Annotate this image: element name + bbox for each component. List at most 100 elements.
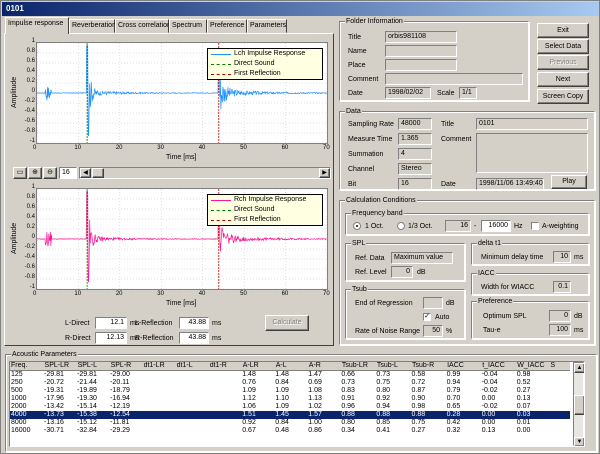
table-cell	[175, 379, 208, 387]
list-scroll-thumb[interactable]	[574, 395, 584, 415]
table-cell: 2000	[11, 403, 27, 410]
screen-copy-button[interactable]: Screen Copy	[537, 89, 589, 104]
table-cell: 0.80	[341, 419, 355, 426]
table-cell: 0.07	[516, 403, 531, 410]
tau-e-unit: ms	[574, 327, 584, 334]
r-reflection-field[interactable]: 43.88	[179, 332, 209, 344]
column-header[interactable]: dt1-R	[208, 362, 242, 371]
rch-ytick: 0	[31, 234, 35, 240]
table-cell: 0.75	[376, 379, 391, 386]
scroll-down-icon[interactable]: ▼	[574, 437, 584, 446]
data-title: Data	[345, 107, 362, 116]
lch-xtick: 40	[198, 145, 206, 151]
fit-icon[interactable]: ▭	[13, 167, 27, 179]
table-row[interactable]: 2000 -13.42 -15.14 -12.19 1.06 1.09 1.02 0.96 0.…	[10, 403, 570, 411]
l-reflection-field[interactable]: 43.88	[179, 317, 209, 329]
l-direct-field[interactable]: 12.1	[95, 317, 127, 329]
table-row[interactable]: 250 -20.72 -21.44 -20.11 0.76 0.84 0.69 0.73 0.7…	[10, 379, 570, 387]
rch-ytick: 0.6	[26, 204, 35, 210]
play-button[interactable]: Play	[551, 175, 587, 189]
column-header[interactable]: W_IACC	[515, 362, 550, 371]
a-weighting-checkbox[interactable]	[531, 222, 539, 230]
column-header[interactable]: dt1-L	[175, 362, 209, 371]
table-cell: 0.79	[446, 387, 461, 394]
tab-cross-correlation[interactable]: Cross correlation	[115, 19, 171, 33]
time-scrollbar[interactable]: ◀ ▶	[79, 167, 331, 179]
noise-range-field[interactable]: 50	[423, 325, 443, 337]
tab-impulse-response[interactable]: Impulse response	[5, 17, 69, 34]
column-header[interactable]: SPL-L	[76, 362, 110, 371]
table-cell: 0.01	[516, 419, 531, 426]
lch-ytick: -0.4	[24, 108, 35, 114]
column-header[interactable]: t_IACC	[480, 362, 517, 371]
lch-xtick: 60	[281, 145, 289, 151]
r-direct-label: R-Direct	[65, 335, 91, 342]
tab-spectrum[interactable]: Spectrum	[169, 19, 207, 33]
lch-ytick: -0.8	[24, 128, 35, 134]
previous-button[interactable]: Previous	[537, 55, 589, 70]
column-header[interactable]: Tsub-LR	[340, 362, 376, 371]
scroll-thumb[interactable]	[92, 168, 104, 178]
scroll-right-icon[interactable]: ▶	[319, 168, 330, 178]
table-cell	[175, 403, 208, 411]
oct1-radio[interactable]	[353, 222, 361, 230]
auto-checkbox[interactable]: ✓	[423, 313, 431, 321]
ref-data-field[interactable]: Maximum value	[391, 252, 453, 264]
list-scrollbar[interactable]: ▲ ▼	[573, 362, 584, 446]
next-button[interactable]: Next	[537, 72, 589, 87]
table-row[interactable]: 16000 -30.71 -32.84 -29.29 0.67 0.48 0.86 0.34 0…	[10, 427, 570, 435]
rch-ylabel: Amplitude	[11, 222, 18, 254]
r-direct-field[interactable]: 12.13	[95, 332, 127, 344]
tab-reverberation[interactable]: Reverberation	[69, 19, 116, 33]
zoom-in-icon[interactable]: ⊕	[28, 167, 42, 179]
freq-to-field[interactable]: 16000	[481, 220, 511, 232]
scroll-up-icon[interactable]: ▲	[574, 363, 584, 373]
column-header[interactable]: S	[548, 362, 570, 371]
column-header[interactable]: dt1-LR	[142, 362, 176, 371]
column-header[interactable]: A-LR	[241, 362, 275, 371]
column-header[interactable]: SPL-LR	[43, 362, 77, 371]
noise-range-unit: %	[446, 328, 453, 335]
tab-parameters[interactable]: Parameters	[247, 19, 287, 33]
min-delay-field[interactable]: 10	[553, 251, 571, 263]
exit-button[interactable]: Exit	[537, 23, 589, 38]
auto-label: Auto	[435, 314, 450, 321]
scroll-left-icon[interactable]: ◀	[80, 168, 91, 178]
table-row[interactable]: 4000 -13.73 -15.38 -12.54 1.51 1.45 1.57 0.88 0.…	[10, 411, 570, 419]
zoom-out-icon[interactable]: ⊖	[43, 167, 57, 179]
tab-preference[interactable]: Preference	[207, 19, 247, 33]
rch-xtick: 40	[198, 291, 206, 297]
table-cell: 1.02	[308, 403, 322, 410]
table-cell	[175, 395, 208, 403]
zoom-value[interactable]: 16	[59, 167, 77, 179]
column-header[interactable]: IACC	[445, 362, 482, 371]
freq-from-field[interactable]: 16	[445, 220, 471, 232]
acoustic-params-list[interactable]: Freq. SPL-LR SPL-L SPL-R dt1-LR dt1-L dt1-R A-L…	[9, 361, 585, 447]
column-header[interactable]: Tsub-R	[410, 362, 447, 371]
column-header[interactable]: SPL-R	[109, 362, 143, 371]
ref-level-field[interactable]: 0	[391, 266, 413, 278]
table-cell: 0.72	[411, 379, 426, 386]
table-row[interactable]: 500 -19.31 -19.89 -18.79 1.09 1.09 1.08 0.83 0.8…	[10, 387, 570, 395]
legend-lch-reflection: First Reflection	[208, 69, 322, 79]
table-row[interactable]: 8000 -13.16 -15.12 -11.81 0.92 0.84 1.00 0.80 0.…	[10, 419, 570, 427]
calculate-button[interactable]: Calculate	[265, 315, 309, 331]
table-row[interactable]: 1000 -17.96 -19.30 -16.94 1.12 1.10 1.13 0.91 0.…	[10, 395, 570, 403]
select-data-button[interactable]: Select Data	[537, 39, 589, 54]
table-cell: 0.88	[376, 411, 391, 418]
column-header[interactable]: A-R	[307, 362, 341, 371]
column-header[interactable]: A-L	[274, 362, 308, 371]
lch-xtick: 0	[33, 145, 37, 151]
table-row[interactable]: 125 -29.81 -29.81 -29.00 1.48 1.48 1.47 0.66 0.7…	[10, 371, 570, 380]
width-wiacc-field[interactable]: 0.1	[553, 281, 571, 293]
end-regression-field[interactable]	[423, 297, 443, 309]
table-cell	[175, 419, 208, 427]
table-cell: -15.14	[77, 403, 97, 410]
column-header[interactable]: Freq.	[10, 362, 44, 371]
optimum-spl-field[interactable]: 0	[549, 310, 571, 322]
column-header[interactable]: Tsub-L	[375, 362, 412, 371]
oct3-radio[interactable]	[397, 222, 405, 230]
tau-e-field[interactable]: 100	[549, 324, 571, 336]
tau-e-label: Tau-e	[483, 327, 501, 334]
rch-plot: Amplitude 1 0.8 0.6 0.4 0.2 0 -0.2 -0.4 -0.6 -0.8…	[11, 184, 331, 309]
